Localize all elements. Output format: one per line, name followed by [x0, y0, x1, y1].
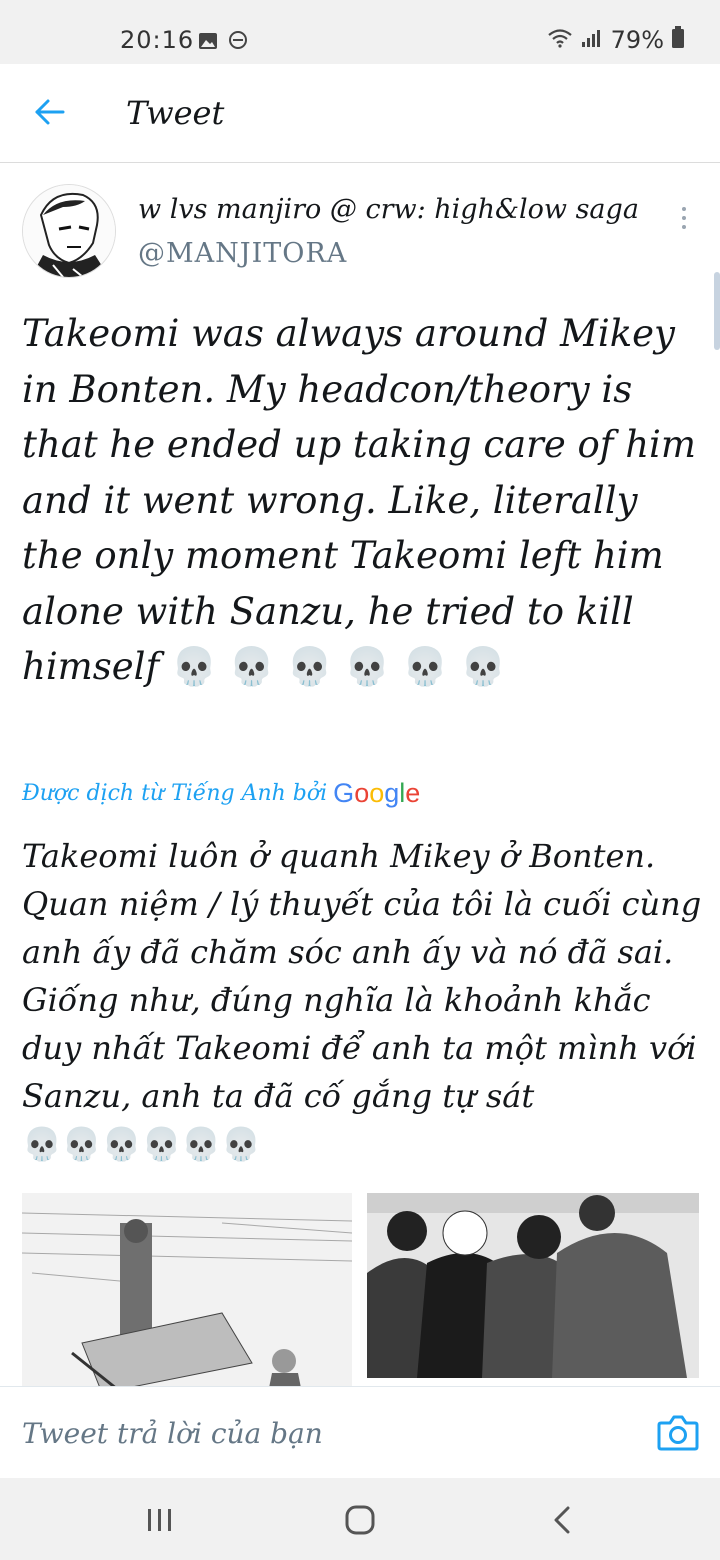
battery-icon — [672, 26, 684, 54]
gallery-icon — [198, 28, 218, 56]
status-time: 20:16 — [120, 26, 195, 54]
system-back-button[interactable] — [540, 1498, 584, 1542]
home-icon — [345, 1505, 375, 1535]
user-handle[interactable]: @MANJITORA — [138, 238, 347, 269]
skull-emoji: 💀 💀 💀 💀 💀 💀 — [170, 645, 507, 688]
scrollbar[interactable] — [714, 272, 720, 350]
camera-icon — [657, 1415, 699, 1451]
arrow-left-icon — [35, 99, 65, 125]
tweet-image-1[interactable] — [22, 1193, 352, 1393]
signal-icon — [581, 26, 603, 54]
battery-percent: 79% — [610, 26, 664, 54]
status-bar: 20:16 79% — [0, 0, 720, 64]
reply-input[interactable]: Tweet trả lời của bạn — [22, 1417, 323, 1450]
reply-bar: Tweet trả lời của bạn — [0, 1386, 720, 1479]
more-vertical-icon — [682, 207, 686, 229]
avatar[interactable] — [22, 184, 116, 278]
recents-button[interactable] — [138, 1498, 182, 1542]
tweet-body: Takeomi was always around Mikey in Bonte… — [22, 312, 696, 688]
translated-text: Takeomi luôn ở quanh Mikey ở Bonten. Qua… — [22, 832, 702, 1168]
camera-button[interactable] — [656, 1413, 700, 1453]
tweet-author: w lvs manjiro @ crw: high&low saga @MANJ… — [0, 180, 720, 290]
tweet-image-2[interactable] — [367, 1193, 699, 1378]
top-app-bar: Tweet — [0, 64, 720, 163]
more-options-button[interactable] — [668, 200, 700, 236]
display-name[interactable]: w lvs manjiro @ crw: high&low saga — [138, 194, 639, 225]
google-logo: Google — [333, 778, 421, 808]
page-title: Tweet — [126, 94, 225, 132]
chevron-left-icon — [554, 1506, 570, 1534]
translation-attribution[interactable]: Được dịch từ Tiếng Anh bởi Google — [22, 778, 420, 809]
tweet-text: Takeomi was always around Mikey in Bonte… — [22, 306, 702, 695]
wifi-icon — [547, 26, 573, 54]
system-nav-bar — [0, 1478, 720, 1560]
translation-body: Takeomi luôn ở quanh Mikey ở Bonten. Qua… — [22, 837, 702, 1115]
home-button[interactable] — [338, 1498, 382, 1542]
recents-icon — [148, 1509, 171, 1531]
skull-emoji-translated: 💀💀💀💀💀💀 — [22, 1125, 262, 1163]
back-button[interactable] — [24, 86, 76, 138]
do-not-disturb-icon — [228, 28, 248, 56]
translation-label: Được dịch từ Tiếng Anh bởi — [22, 781, 328, 806]
